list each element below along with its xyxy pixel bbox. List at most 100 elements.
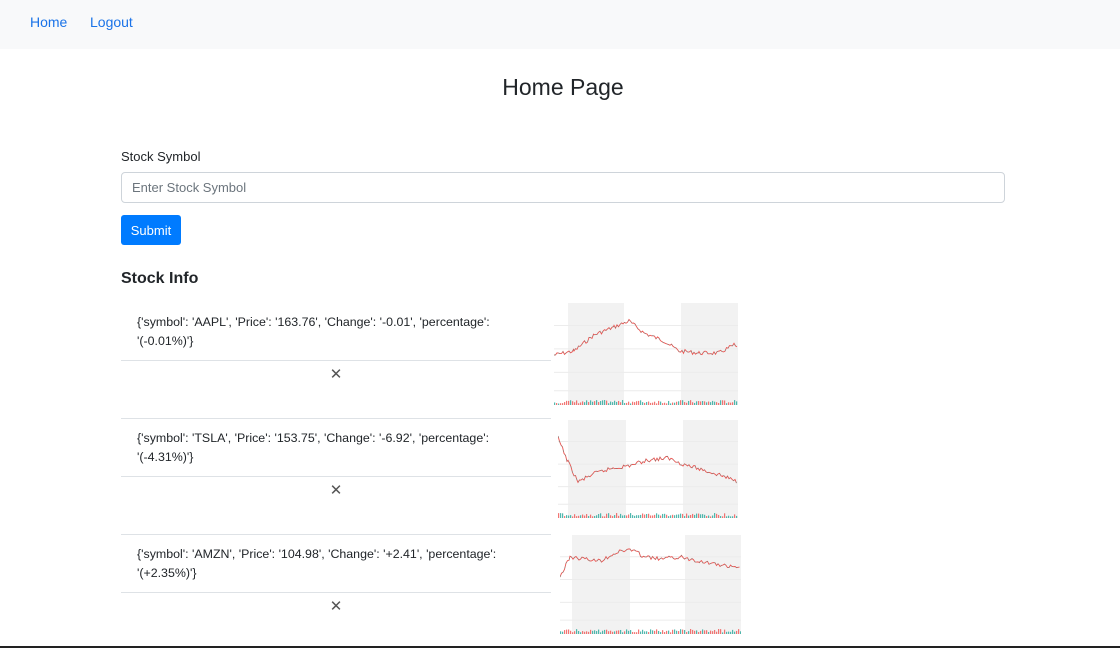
remove-stock-button[interactable]: ✕: [326, 481, 346, 501]
volume-bar: [690, 515, 692, 518]
volume-bar: [680, 513, 682, 518]
volume-bar: [672, 402, 674, 405]
volume-bar: [572, 516, 574, 518]
volume-bar: [584, 515, 586, 518]
volume-bar: [572, 632, 574, 634]
volume-bar: [652, 630, 654, 634]
volume-bar: [568, 400, 570, 405]
nav-logout-link[interactable]: Logout: [90, 14, 133, 30]
volume-bar: [640, 400, 642, 405]
volume-bar: [670, 632, 672, 634]
volume-bar: [726, 516, 728, 518]
volume-bar: [684, 516, 686, 518]
volume-bar: [722, 400, 724, 405]
volume-bar: [702, 514, 704, 518]
volume-bar: [596, 400, 598, 405]
volume-bar: [616, 401, 618, 405]
volume-bar: [656, 513, 658, 518]
volume-bar: [634, 632, 636, 634]
stock-info-text: {'symbol': 'TSLA', 'Price': '153.75', 'C…: [137, 431, 490, 464]
stock-card-aapl: {'symbol': 'AAPL', 'Price': '163.76', 'C…: [121, 303, 741, 419]
volume-bar: [684, 630, 686, 634]
volume-bar: [732, 629, 734, 634]
volume-bar: [666, 514, 668, 518]
submit-button[interactable]: Submit: [121, 215, 181, 245]
volume-bar: [598, 629, 600, 634]
volume-bar: [704, 401, 706, 405]
stock-info-text: {'symbol': 'AAPL', 'Price': '163.76', 'C…: [137, 315, 490, 348]
volume-bar: [722, 516, 724, 518]
volume-bar: [716, 631, 718, 634]
volume-bar: [588, 631, 590, 634]
remove-stock-button[interactable]: ✕: [326, 365, 346, 385]
remove-stock-button[interactable]: ✕: [326, 597, 346, 617]
volume-bar: [700, 630, 702, 634]
nav-home-link[interactable]: Home: [30, 14, 67, 30]
volume-bar: [682, 400, 684, 405]
volume-bar: [660, 401, 662, 405]
volume-bar: [676, 401, 678, 405]
volume-bar: [620, 513, 622, 518]
volume-bar: [564, 516, 566, 518]
card-divider: [121, 476, 551, 477]
volume-bar: [624, 631, 626, 634]
volume-bar: [714, 513, 716, 518]
volume-bar: [574, 514, 576, 518]
volume-bar: [632, 631, 634, 634]
volume-bar: [590, 629, 592, 634]
volume-bar: [578, 631, 580, 634]
volume-bar: [582, 514, 584, 518]
stock-chart-svg: [558, 420, 738, 518]
volume-bar: [666, 630, 668, 634]
volume-bar: [580, 402, 582, 405]
volume-bar: [656, 403, 658, 405]
volume-bar: [696, 401, 698, 405]
volume-bar: [566, 400, 568, 405]
volume-bar: [698, 632, 700, 634]
volume-bar: [574, 631, 576, 634]
volume-bar: [680, 400, 682, 405]
volume-bar: [568, 515, 570, 518]
volume-bar: [728, 631, 730, 634]
volume-bar: [650, 515, 652, 518]
stock-card-amzn: {'symbol': 'AMZN', 'Price': '104.98', 'C…: [121, 535, 741, 651]
volume-bar: [660, 632, 662, 634]
volume-bar: [618, 400, 620, 405]
volume-bar: [652, 402, 654, 405]
volume-bar: [736, 515, 738, 518]
volume-bar: [596, 631, 598, 634]
volume-bar: [686, 402, 688, 405]
volume-bar: [708, 515, 710, 518]
volume-bar: [604, 629, 606, 634]
stock-symbol-input[interactable]: [121, 172, 1005, 203]
volume-bar: [670, 515, 672, 518]
volume-bar: [700, 514, 702, 518]
volume-bar: [604, 516, 606, 518]
volume-bar: [578, 515, 580, 518]
volume-bar: [690, 400, 692, 405]
volume-bar: [736, 630, 738, 634]
volume-bar: [648, 632, 650, 634]
volume-bar: [646, 631, 648, 634]
volume-bar: [658, 630, 660, 634]
volume-bar: [586, 514, 588, 518]
volume-bar: [702, 401, 704, 405]
volume-bar: [698, 401, 700, 405]
volume-bar: [694, 630, 696, 634]
volume-bar: [580, 515, 582, 518]
stock-chart-aapl: [554, 303, 738, 405]
volume-bar: [668, 516, 670, 518]
volume-bar: [662, 630, 664, 634]
volume-bar: [606, 400, 608, 405]
volume-bar: [714, 629, 716, 634]
volume-bar: [712, 631, 714, 634]
card-divider: [121, 360, 551, 361]
volume-bar: [710, 516, 712, 518]
volume-bar: [678, 631, 680, 634]
volume-bar: [634, 515, 636, 518]
volume-bar: [590, 400, 592, 405]
volume-bar: [578, 403, 580, 405]
volume-bar: [688, 631, 690, 634]
volume-bar: [600, 632, 602, 634]
volume-bar: [626, 402, 628, 405]
